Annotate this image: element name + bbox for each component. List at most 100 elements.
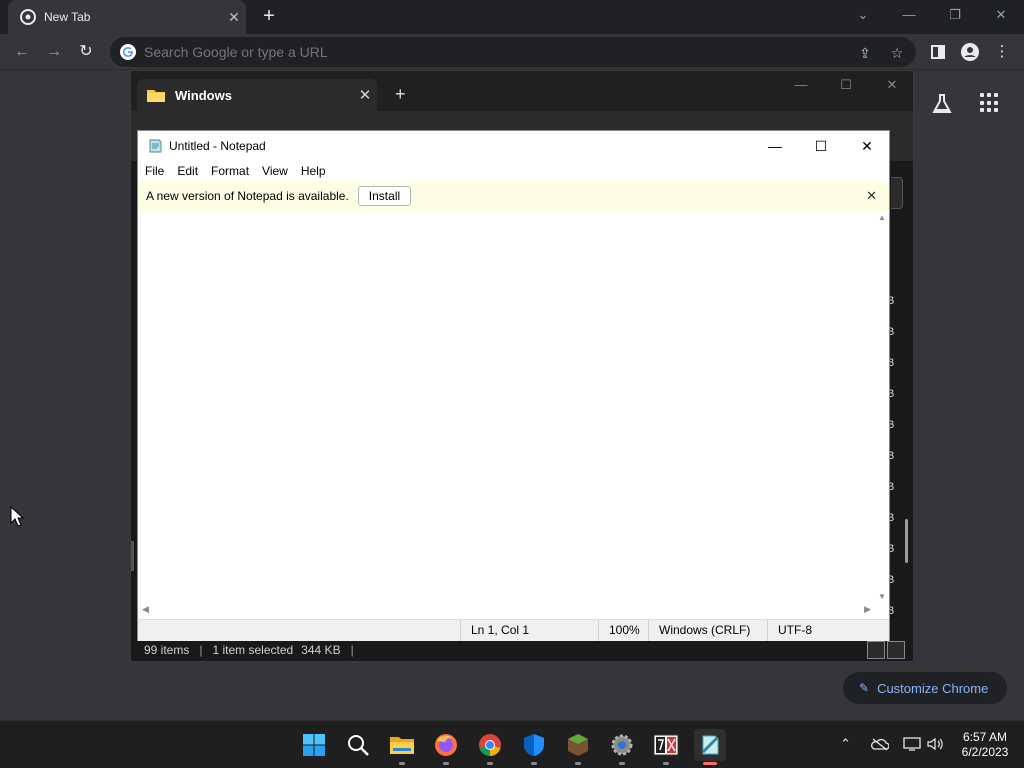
taskbar-defender[interactable] bbox=[518, 729, 550, 765]
7zip-icon bbox=[653, 734, 679, 756]
onedrive-icon[interactable] bbox=[871, 737, 889, 751]
back-button[interactable]: ← bbox=[10, 40, 34, 64]
list-item[interactable]: B bbox=[887, 574, 907, 605]
scroll-down-icon[interactable]: ▼ bbox=[878, 592, 886, 601]
list-item[interactable]: B bbox=[887, 295, 907, 326]
notepad-maximize-button[interactable]: ☐ bbox=[798, 131, 844, 161]
list-item[interactable]: B bbox=[887, 450, 907, 481]
list-item[interactable]: B bbox=[887, 357, 907, 388]
taskbar-search-button[interactable] bbox=[342, 729, 374, 761]
omnibox-input[interactable] bbox=[144, 44, 824, 60]
list-item[interactable]: B bbox=[887, 388, 907, 419]
running-indicator bbox=[663, 762, 669, 765]
infobar-close-icon[interactable]: ✕ bbox=[866, 188, 877, 204]
list-item[interactable]: B bbox=[887, 543, 907, 574]
clock-date: 6/2/2023 bbox=[961, 745, 1009, 759]
status-cursor-position: Ln 1, Col 1 bbox=[460, 620, 600, 641]
chrome-new-tab-button[interactable]: + bbox=[258, 6, 280, 28]
omnibox[interactable]: ⇪ ☆ bbox=[110, 37, 916, 67]
explorer-new-tab-button[interactable]: + bbox=[395, 85, 406, 103]
explorer-scrollbar-thumb[interactable] bbox=[905, 519, 908, 563]
forward-button[interactable]: → bbox=[42, 40, 66, 64]
google-apps-icon[interactable] bbox=[980, 93, 1000, 113]
share-icon[interactable]: ⇪ bbox=[856, 44, 874, 62]
side-panel-icon[interactable] bbox=[926, 40, 950, 64]
taskbar-clock[interactable]: 6:57 AM 6/2/2023 bbox=[950, 730, 1020, 760]
status-item-count: 99 items bbox=[144, 643, 190, 657]
explorer-search-box[interactable] bbox=[891, 177, 903, 209]
chrome-icon bbox=[479, 734, 501, 756]
explorer-tab-windows[interactable]: Windows ✕ bbox=[137, 79, 377, 111]
notepad-menubar: File Edit Format View Help bbox=[138, 161, 889, 181]
chrome-toolbar: ← → ↻ ⇪ ☆ ⋮ bbox=[0, 34, 1024, 70]
taskbar-firefox[interactable] bbox=[430, 729, 462, 765]
chrome-labs-icon[interactable] bbox=[930, 92, 954, 116]
notepad-minimize-button[interactable]: — bbox=[752, 131, 798, 161]
scroll-left-icon[interactable]: ◀ bbox=[142, 604, 149, 615]
volume-icon[interactable] bbox=[927, 737, 943, 751]
folder-icon bbox=[147, 90, 165, 102]
taskbar: ⌃ 6:57 AM 6/2/2023 bbox=[0, 720, 1024, 768]
chrome-restore-button[interactable]: ❐ bbox=[932, 4, 978, 28]
install-button[interactable]: Install bbox=[357, 186, 412, 206]
explorer-status-bar: 99 items | 1 item selected 344 KB | bbox=[131, 639, 913, 661]
chrome-tab-title: New Tab bbox=[44, 10, 91, 24]
list-item[interactable]: B bbox=[887, 419, 907, 450]
taskbar-notepad[interactable] bbox=[694, 729, 726, 765]
reload-button[interactable]: ↻ bbox=[74, 40, 98, 64]
chrome-tab-new-tab[interactable]: New Tab ✕ bbox=[8, 0, 246, 34]
notepad-close-button[interactable]: ✕ bbox=[844, 131, 890, 161]
chrome-tab-close-icon[interactable]: ✕ bbox=[222, 9, 246, 26]
running-indicator bbox=[703, 762, 717, 765]
network-icon[interactable] bbox=[903, 737, 921, 751]
explorer-close-button[interactable]: ✕ bbox=[880, 77, 904, 93]
details-view-icon[interactable] bbox=[867, 641, 885, 659]
taskbar-file-explorer[interactable] bbox=[386, 729, 418, 765]
menu-view[interactable]: View bbox=[262, 164, 288, 178]
menu-edit[interactable]: Edit bbox=[177, 164, 198, 178]
taskbar-7zip[interactable] bbox=[650, 729, 682, 765]
list-item[interactable]: B bbox=[887, 605, 907, 636]
profile-icon[interactable] bbox=[958, 40, 982, 64]
notepad-text-area[interactable] bbox=[138, 211, 875, 603]
menu-format[interactable]: Format bbox=[211, 164, 249, 178]
chrome-tabbar: New Tab ✕ + ⌄ — ❐ ✕ bbox=[0, 0, 1024, 34]
list-item[interactable]: B bbox=[887, 481, 907, 512]
menu-file[interactable]: File bbox=[145, 164, 164, 178]
list-item[interactable]: B bbox=[887, 326, 907, 357]
explorer-minimize-button[interactable]: — bbox=[789, 77, 813, 92]
search-icon bbox=[348, 735, 369, 756]
update-message: A new version of Notepad is available. bbox=[146, 189, 349, 203]
chrome-favicon-icon bbox=[20, 9, 36, 25]
explorer-pane-divider[interactable] bbox=[131, 541, 134, 571]
chrome-minimize-button[interactable]: — bbox=[886, 4, 932, 28]
tiles-view-icon[interactable] bbox=[887, 641, 905, 659]
chrome-tab-search-icon[interactable]: ⌄ bbox=[840, 4, 886, 28]
running-indicator bbox=[531, 762, 537, 765]
explorer-titlebar: Windows ✕ + — ☐ ✕ bbox=[131, 71, 913, 111]
list-item[interactable]: B bbox=[887, 512, 907, 543]
taskbar-chrome[interactable] bbox=[474, 729, 506, 765]
customize-chrome-button[interactable]: ✎ Customize Chrome bbox=[843, 672, 1007, 704]
notepad-status-bar: Ln 1, Col 1 100% Windows (CRLF) UTF-8 bbox=[138, 619, 889, 641]
explorer-tab-close-icon[interactable]: ✕ bbox=[353, 86, 377, 104]
show-hidden-icons-icon[interactable]: ⌃ bbox=[840, 736, 851, 752]
running-indicator bbox=[619, 762, 625, 765]
scroll-up-icon[interactable]: ▲ bbox=[878, 213, 886, 222]
customize-chrome-label: Customize Chrome bbox=[877, 680, 989, 696]
taskbar-settings[interactable] bbox=[606, 729, 638, 765]
taskbar-minecraft[interactable] bbox=[562, 729, 594, 765]
chrome-menu-icon[interactable]: ⋮ bbox=[990, 40, 1014, 64]
status-encoding: UTF-8 bbox=[767, 620, 889, 641]
mouse-cursor-icon bbox=[10, 506, 24, 527]
scroll-right-icon[interactable]: ▶ bbox=[864, 604, 871, 615]
start-button[interactable] bbox=[298, 729, 330, 761]
bookmark-star-icon[interactable]: ☆ bbox=[888, 44, 906, 62]
status-separator: | bbox=[350, 643, 354, 657]
menu-help[interactable]: Help bbox=[301, 164, 326, 178]
explorer-maximize-button[interactable]: ☐ bbox=[834, 77, 858, 93]
notepad-vertical-scrollbar[interactable]: ▲ ▼ bbox=[875, 211, 889, 603]
notepad-horizontal-scrollbar[interactable]: ◀ ▶ bbox=[138, 603, 875, 617]
view-toggle bbox=[867, 641, 905, 659]
chrome-close-button[interactable]: ✕ bbox=[978, 4, 1024, 28]
